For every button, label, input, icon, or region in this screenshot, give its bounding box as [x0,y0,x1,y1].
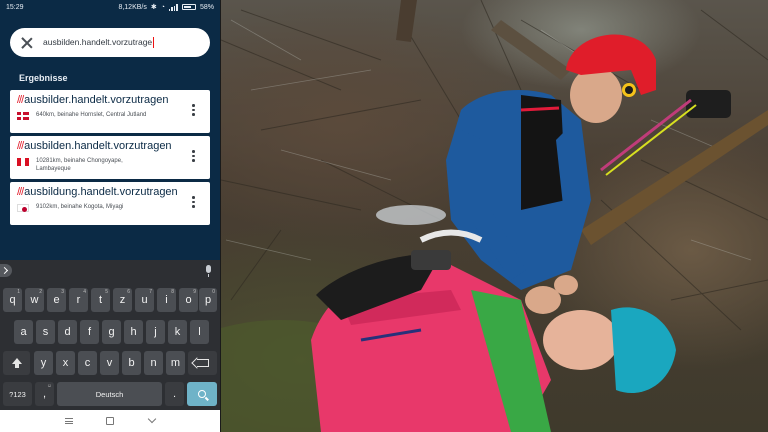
key-p[interactable]: 0p [199,288,217,312]
keyboard: 1q 2w 3e 4r 5t 6z 7u 8i 9o 0p a s d f g … [0,282,220,410]
w3w-slashes: /// [17,140,24,152]
shift-icon [11,358,22,368]
result-card[interactable]: ///ausbilden.handelt.vorzutragen 10281km… [10,136,210,179]
more-options-icon[interactable] [192,150,195,162]
denmark-flag-icon [17,112,29,120]
key-q[interactable]: 1q [3,288,22,312]
key-w[interactable]: 2w [25,288,44,312]
result-detail: 9102km, beinahe Kogota, Miyagi [36,204,124,210]
more-options-icon[interactable] [192,196,195,208]
result-address-text: ausbilden.handelt.vorzutragen [24,140,172,152]
symbols-key[interactable]: ?123 [3,382,32,406]
rescue-scene [221,0,768,432]
space-key[interactable]: Deutsch [57,382,162,406]
key-n[interactable]: n [144,351,163,375]
result-address-text: ausbildung.handelt.vorzutragen [24,186,178,198]
result-meta: 10281km, beinahe Chongoyape, Lambayeque [17,157,204,173]
battery-percent: 58% [199,3,214,11]
navigation-bar [0,410,220,432]
text-caret [153,37,155,49]
microphone-icon[interactable] [206,265,211,277]
key-v[interactable]: v [100,351,119,375]
backspace-icon [196,359,209,367]
result-detail: 10281km, beinahe Chongoyape, Lambayeque [36,158,123,172]
battery-icon [181,4,196,10]
key-i[interactable]: 8i [157,288,176,312]
result-meta: 640km, beinahe Hornslet, Central Jutland [17,111,204,120]
backspace-key[interactable] [188,351,217,375]
keyboard-row-4: ?123 ☺, Deutsch . [0,382,220,406]
key-x[interactable]: x [56,351,75,375]
rescue-photo [221,0,768,432]
key-j[interactable]: j [146,320,165,344]
period-key[interactable]: . [165,382,184,406]
search-bar[interactable]: ausbilden.handelt.vorzutrage [10,28,210,57]
search-input-value: ausbilden.handelt.vorzutrage [43,36,153,47]
keyboard-row-1: 1q 2w 3e 4r 5t 6z 7u 8i 9o 0p [0,288,220,312]
status-time: 15:29 [6,3,24,11]
key-l[interactable]: l [190,320,209,344]
comma-key[interactable]: ☺, [35,382,54,406]
back-icon[interactable] [147,414,157,424]
search-input[interactable]: ausbilden.handelt.vorzutrage [43,36,155,49]
key-k[interactable]: k [168,320,187,344]
menu-icon[interactable] [65,418,73,424]
key-r[interactable]: 4r [69,288,88,312]
signal-icon [168,3,178,11]
key-a[interactable]: a [14,320,33,344]
key-o[interactable]: 9o [179,288,198,312]
key-c[interactable]: c [78,351,97,375]
result-card[interactable]: ///ausbildung.handelt.vorzutragen 9102km… [10,182,210,225]
home-icon[interactable] [106,417,114,425]
w3w-slashes: /// [17,186,24,198]
key-h[interactable]: h [124,320,143,344]
key-f[interactable]: f [80,320,99,344]
key-z[interactable]: 6z [113,288,132,312]
result-detail: 640km, beinahe Hornslet, Central Jutland [36,112,147,118]
keyboard-toolbar [0,260,220,282]
shift-key[interactable] [3,351,30,375]
chevron-right-icon[interactable] [0,264,12,277]
network-speed: 8,12KB/s [118,3,147,11]
status-bar: 15:29 8,12KB/s ✱ ◔ 58% [0,0,220,14]
result-card[interactable]: ///ausbilder.handelt.vorzutragen 640km, … [10,90,210,133]
wifi-icon: ◔ [160,3,165,11]
search-icon [198,390,206,398]
w3w-slashes: /// [17,94,24,106]
phone-screen: 15:29 8,12KB/s ✱ ◔ 58% ausbilden.handelt… [0,0,220,432]
results-heading: Ergebnisse [19,73,68,83]
keyboard-row-3: y x c v b n m [0,351,220,375]
key-m[interactable]: m [166,351,185,375]
peru-flag-icon [17,158,29,166]
key-y[interactable]: y [34,351,53,375]
result-address: ///ausbilden.handelt.vorzutragen [17,140,204,152]
result-address: ///ausbildung.handelt.vorzutragen [17,186,204,198]
keyboard-row-2: a s d f g h j k l [0,320,220,344]
result-address: ///ausbilder.handelt.vorzutragen [17,94,204,106]
search-key[interactable] [187,382,217,406]
result-meta: 9102km, beinahe Kogota, Miyagi [17,203,204,212]
key-s[interactable]: s [36,320,55,344]
key-g[interactable]: g [102,320,121,344]
key-t[interactable]: 5t [91,288,110,312]
key-e[interactable]: 3e [47,288,66,312]
more-options-icon[interactable] [192,104,195,116]
key-b[interactable]: b [122,351,141,375]
close-icon[interactable] [20,36,34,50]
japan-flag-icon [17,204,29,212]
result-address-text: ausbilder.handelt.vorzutragen [24,94,169,106]
bluetooth-icon: ✱ [150,4,157,11]
key-d[interactable]: d [58,320,77,344]
status-icons: 8,12KB/s ✱ ◔ 58% [118,3,214,11]
key-u[interactable]: 7u [135,288,154,312]
